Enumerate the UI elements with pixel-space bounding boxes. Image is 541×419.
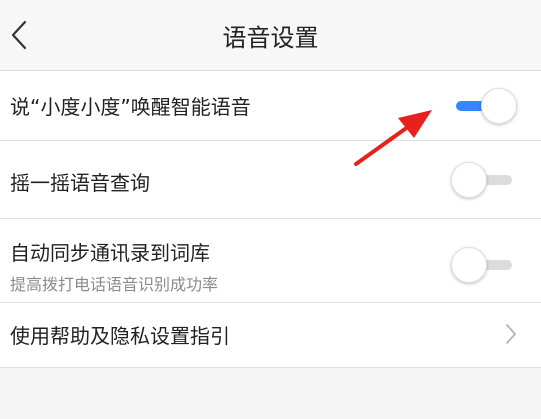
setting-label-shake: 摇一摇语音查询 xyxy=(10,171,150,195)
setting-sublabel-contacts-sync: 提高拨打电话语音识别成功率 xyxy=(10,275,219,294)
setting-row-contacts-sync: 自动同步通讯录到词库 提高拨打电话语音识别成功率 xyxy=(0,219,541,303)
setting-row-help-privacy[interactable]: 使用帮助及隐私设置指引 xyxy=(0,303,541,368)
settings-list: 说“小度小度”唤醒智能语音 摇一摇语音查询 自动同步通讯录到词库 提高拨打电话语… xyxy=(0,71,541,368)
page-title: 语音设置 xyxy=(222,24,319,52)
wake-word-toggle[interactable] xyxy=(451,88,517,124)
chevron-right-icon xyxy=(506,324,516,344)
empty-area xyxy=(0,368,541,419)
setting-row-wake-word: 说“小度小度”唤醒智能语音 xyxy=(0,71,541,141)
setting-label-wake-word: 说“小度小度”唤醒智能语音 xyxy=(10,95,251,119)
setting-label-contacts-sync: 自动同步通讯录到词库 xyxy=(10,241,210,265)
back-button[interactable] xyxy=(0,0,40,70)
setting-label-help-privacy: 使用帮助及隐私设置指引 xyxy=(10,324,230,348)
contacts-sync-toggle[interactable] xyxy=(451,247,517,283)
chevron-left-icon xyxy=(11,20,27,50)
shake-query-toggle[interactable] xyxy=(451,162,517,198)
setting-row-shake: 摇一摇语音查询 xyxy=(0,141,541,219)
nav-header: 语音设置 xyxy=(0,0,541,71)
